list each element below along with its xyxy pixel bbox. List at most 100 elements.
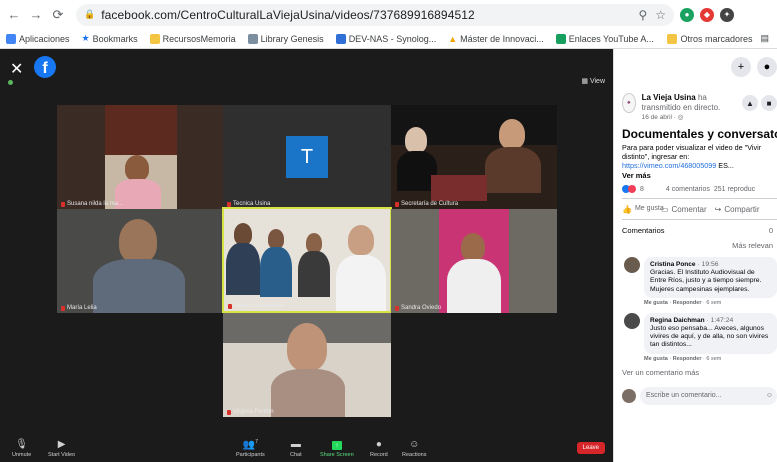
- participant-label: Tania Sciomachen: [228, 303, 283, 309]
- commenter-avatar[interactable]: [624, 312, 640, 329]
- participant-tile[interactable]: María Lelia: [57, 209, 223, 313]
- reactions-icons[interactable]: [622, 185, 636, 193]
- bookmark-label: DEV-NAS - Synolog...: [348, 33, 437, 44]
- comment-text: Gracias. El Instituto Audiovisual de Ent…: [650, 269, 762, 293]
- close-icon[interactable]: ✕: [10, 59, 23, 79]
- bookmark-recursos[interactable]: RecursosMemoria: [149, 33, 236, 44]
- comment-item: Regina Daichman · 1:47:24 Justo eso pens…: [614, 306, 777, 354]
- bookmark-library[interactable]: Library Genesis: [247, 33, 324, 44]
- record-icon: ●: [375, 439, 382, 450]
- bookmark-devnas[interactable]: DEV-NAS - Synolog...: [335, 33, 437, 44]
- chat-button[interactable]: ▬ Chat: [290, 440, 302, 459]
- puzzle-icon[interactable]: ✦: [720, 7, 734, 22]
- other-bookmarks[interactable]: Otros marcadores: [667, 33, 753, 44]
- reload-icon[interactable]: ⟳: [48, 5, 68, 25]
- view-toggle[interactable]: ▦ View: [581, 77, 605, 85]
- reading-list-icon[interactable]: ▤: [760, 33, 769, 44]
- address-bar[interactable]: 🔒 facebook.com/CentroCulturalLaViejaUsin…: [76, 3, 674, 26]
- zoom-icon[interactable]: ⚲: [638, 8, 647, 22]
- participant-tile[interactable]: Sandra Oviedo: [391, 209, 557, 313]
- comment-bubble: Cristina Ponce · 19:56 Gracias. El Insti…: [644, 257, 777, 298]
- start-video-button[interactable]: ▶ Start Video: [48, 440, 76, 459]
- bell-icon[interactable]: ▲: [742, 95, 758, 111]
- participant-label: Sandra Oviedo: [395, 305, 441, 311]
- page-avatar[interactable]: ♠: [622, 93, 636, 113]
- star-icon[interactable]: ☆: [655, 8, 666, 22]
- comment-footer: Me gusta · Responder · 6 sem: [644, 299, 722, 306]
- comments-count[interactable]: 4 comentarios: [666, 186, 710, 193]
- participant-name: María Lelia: [67, 305, 97, 311]
- share-button[interactable]: ↪ Compartir: [715, 205, 760, 214]
- participant-tile[interactable]: Susana nilda la ma...: [57, 105, 223, 209]
- views-count: 251 reproduc: [713, 185, 756, 193]
- extension-red-icon[interactable]: ◆: [700, 7, 714, 22]
- comment-bubble: Regina Daichman · 1:47:24 Justo eso pens…: [644, 312, 777, 354]
- grid-icon: ▦: [581, 78, 590, 85]
- active-speaker-tile[interactable]: Tania Sciomachen: [222, 207, 392, 313]
- bookmark-label: RecursosMemoria: [162, 33, 236, 44]
- participant-tile[interactable]: Secretaría de Cultura: [391, 105, 557, 209]
- messenger-icon[interactable]: ●: [757, 57, 777, 77]
- bookmark-label: Otros marcadores: [680, 33, 753, 44]
- bookmark-label: Máster de Innovaci...: [460, 33, 544, 44]
- view-label: View: [589, 78, 605, 85]
- plus-icon[interactable]: +: [731, 57, 751, 77]
- comment-text: Justo eso pensaba... Aveces, algunos viv…: [650, 325, 769, 349]
- comment-input[interactable]: Escribe un comentario... ☺: [640, 386, 777, 405]
- bookmark-apps[interactable]: Aplicaciones: [6, 33, 70, 44]
- bookmark-icon[interactable]: ■: [761, 95, 777, 111]
- commenter-avatar[interactable]: [624, 257, 640, 273]
- bookmark-youtube[interactable]: Enlaces YouTube A...: [555, 33, 654, 44]
- comment-author[interactable]: Regina Daichman: [650, 317, 705, 324]
- participant-name: Sandra Oviedo: [401, 305, 442, 311]
- start-video-label: Start Video: [48, 452, 76, 458]
- unmute-button[interactable]: 🎙 Unmute: [12, 439, 31, 459]
- vimeo-link[interactable]: https://vimeo.com/468005099: [622, 161, 716, 170]
- comment-like[interactable]: Me gusta: [644, 300, 668, 306]
- comment-sort[interactable]: Más relevan: [614, 235, 777, 250]
- comment-author[interactable]: Cristina Ponce: [650, 261, 696, 268]
- participant-label: María Lelia: [61, 305, 97, 311]
- emoji-icon[interactable]: ☺: [766, 392, 777, 399]
- participant-tile[interactable]: T Tecnica Usina: [223, 105, 391, 209]
- mic-off-icon: 🎙: [15, 439, 28, 450]
- muted-mic-icon: [395, 305, 399, 311]
- leave-button[interactable]: Leave: [576, 442, 605, 454]
- apps-icon: [6, 33, 16, 44]
- participant-label: Virginia Fermín: [227, 409, 274, 415]
- back-icon[interactable]: ←: [4, 5, 24, 25]
- reactions-count[interactable]: 8: [640, 186, 644, 193]
- like-button[interactable]: 👍 Me gusta: [622, 205, 664, 214]
- reactions-button[interactable]: ☺ Reactions: [402, 440, 427, 459]
- participant-tile[interactable]: Virginia Fermín: [223, 313, 391, 417]
- comments-header-count: 0: [768, 226, 773, 235]
- page-name[interactable]: La Vieja Usina: [642, 93, 696, 102]
- muted-mic-icon: [61, 201, 65, 207]
- comments-title: Comentarios: [622, 226, 665, 235]
- comment-button[interactable]: ▭ Comentar: [661, 205, 707, 214]
- bookmark-label: Library Genesis: [260, 33, 324, 44]
- bookmark-master[interactable]: ▲ Máster de Innovaci...: [448, 34, 543, 44]
- share-icon: ↑: [331, 441, 342, 450]
- comment-like[interactable]: Me gusta: [644, 356, 668, 362]
- see-more-link[interactable]: Ver más: [614, 170, 777, 180]
- share-screen-button[interactable]: ↑ Share Screen: [320, 441, 354, 458]
- video-player[interactable]: ✕ f ▦ View Susana nilda la ma... T Tecni…: [0, 49, 613, 462]
- more-comments-link[interactable]: Ver un comentario más: [614, 362, 777, 377]
- participants-count: 7: [255, 438, 258, 445]
- extension-green-icon[interactable]: ●: [680, 7, 694, 22]
- facebook-logo[interactable]: f: [34, 56, 56, 78]
- bookmark-bookmarks[interactable]: ★ Bookmarks: [82, 33, 138, 44]
- comment-reply[interactable]: Responder: [673, 300, 702, 306]
- page-info: La Vieja Usina ha transmitido en directo…: [642, 93, 736, 121]
- record-button[interactable]: ● Record: [370, 439, 388, 459]
- post-menu-buttons: ▲ ■: [742, 93, 777, 111]
- participant-label: Secretaría de Cultura: [395, 201, 458, 207]
- forward-icon[interactable]: →: [26, 5, 46, 25]
- reactions-label: Reactions: [402, 452, 427, 458]
- bookmarks-bar: Aplicaciones ★ Bookmarks RecursosMemoria …: [0, 29, 777, 49]
- participants-button[interactable]: 👥7 Participants: [236, 437, 265, 458]
- comment-time: · 1:47:24: [706, 316, 734, 324]
- comment-reply[interactable]: Responder: [673, 356, 702, 362]
- extensions: ● ◆ ✦: [680, 7, 734, 22]
